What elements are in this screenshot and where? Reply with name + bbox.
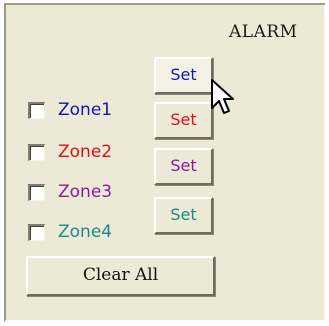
alarm-group-box: ALARM Zone1 Set Zone2 Set Zone3 Set Zone…	[4, 3, 326, 322]
zone1-set-button[interactable]: Set	[154, 57, 213, 94]
zone-row-3: Zone3	[28, 179, 158, 205]
zone-row-4: Zone4	[28, 219, 158, 245]
zone3-label: Zone3	[58, 182, 113, 202]
zone3-set-button[interactable]: Set	[154, 148, 213, 185]
clear-all-button[interactable]: Clear All	[26, 256, 215, 296]
zone4-checkbox[interactable]	[28, 224, 45, 241]
zone-row-2: Zone2	[28, 139, 158, 165]
zone4-label: Zone4	[58, 222, 113, 242]
zone2-set-button[interactable]: Set	[154, 102, 213, 139]
zone4-set-button[interactable]: Set	[154, 197, 213, 234]
zone-row-1: Zone1	[28, 97, 158, 123]
arrow-pointer-icon	[211, 79, 234, 114]
zone3-checkbox[interactable]	[28, 184, 45, 201]
alarm-group-title: ALARM	[229, 22, 298, 42]
zone2-checkbox[interactable]	[28, 144, 45, 161]
zone1-checkbox[interactable]	[28, 102, 45, 119]
zone2-label: Zone2	[58, 142, 113, 162]
zone1-label: Zone1	[58, 100, 113, 120]
